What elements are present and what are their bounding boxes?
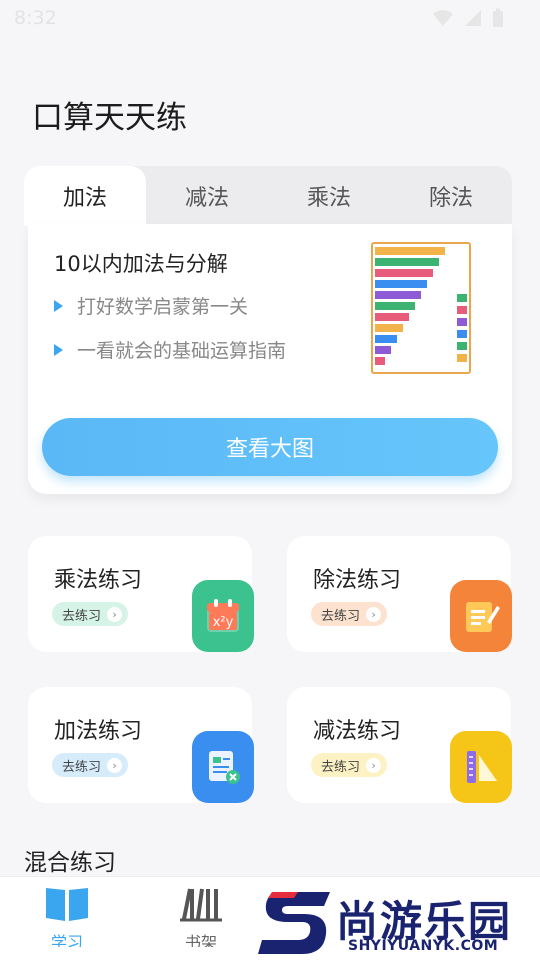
watermark-s-logo <box>258 892 330 954</box>
status-bar: 8:32 <box>0 0 540 36</box>
document-check-icon-graphic <box>209 751 240 784</box>
nav-learn[interactable]: 学习 <box>32 885 102 955</box>
card-title: 减法练习 <box>313 719 402 744</box>
ruler-triangle-icon-graphic <box>467 751 497 783</box>
calendar-xy-icon-graphic: x²y <box>207 599 239 632</box>
book-icon <box>46 888 88 921</box>
calendar-xy-icon: x²y <box>192 580 254 652</box>
battery-icon <box>493 8 503 27</box>
tab-division[interactable]: 除法 <box>390 166 512 226</box>
tab-multiplication[interactable]: 乘法 <box>268 166 390 226</box>
chevron-right-icon: › <box>366 757 382 773</box>
triangle-bullet-icon <box>54 343 63 356</box>
division-practice-card[interactable]: 除法练习 去练习 › <box>287 536 512 652</box>
go-practice-label: 去练习 <box>321 608 361 624</box>
nav-learn-label: 学习 <box>50 933 83 947</box>
nav-bookshelf[interactable]: 书架 <box>166 885 236 955</box>
tab-subtraction[interactable]: 减法 <box>146 166 268 226</box>
view-large-image-button[interactable]: 查看大图 <box>42 418 498 476</box>
wifi-icon <box>433 10 453 26</box>
go-practice-label: 去练习 <box>62 608 102 624</box>
triangle-bullet-icon <box>54 299 63 312</box>
card-title: 加法练习 <box>54 719 143 744</box>
bookshelf-icon <box>180 888 222 922</box>
tab-addition[interactable]: 加法 <box>24 166 146 226</box>
document-check-icon <box>192 731 254 803</box>
go-practice-button[interactable]: 去练习 › <box>311 753 388 777</box>
addition-table-thumbnail[interactable] <box>371 242 471 374</box>
bullet-item: 打好数学启蒙第一关 <box>54 292 248 319</box>
addition-practice-card[interactable]: 加法练习 去练习 › <box>28 687 254 803</box>
tab-strip: 加法 减法 乘法 除法 <box>24 166 512 226</box>
go-practice-label: 去练习 <box>321 759 361 775</box>
subtraction-practice-card[interactable]: 减法练习 去练习 › <box>287 687 512 803</box>
chevron-right-icon: › <box>107 757 123 773</box>
chevron-right-icon: › <box>366 606 382 622</box>
svg-text:x²y: x²y <box>213 615 234 630</box>
bullet-item: 一看就会的基础运算指南 <box>54 336 286 363</box>
watermark-logo: 尚游乐园 SHYIYUANYK.COM <box>258 884 540 960</box>
notepad-pencil-icon-graphic <box>466 602 500 632</box>
bullet-text: 一看就会的基础运算指南 <box>77 340 287 362</box>
page-title: 口算天天练 <box>32 100 187 136</box>
signal-icon <box>465 10 481 26</box>
mixed-practice-heading: 混合练习 <box>24 850 116 876</box>
chevron-right-icon: › <box>107 606 123 622</box>
notepad-pencil-icon <box>450 580 512 652</box>
card-title: 除法练习 <box>313 568 402 593</box>
ruler-triangle-icon <box>450 731 512 803</box>
status-time: 8:32 <box>14 7 57 29</box>
go-practice-button[interactable]: 去练习 › <box>311 602 388 626</box>
tab-panel: 10以内加法与分解 打好数学启蒙第一关 一看就会的基础运算指南 查看大图 <box>28 224 512 494</box>
card-title: 乘法练习 <box>54 568 143 593</box>
addition-table-thumbnail-graphic <box>375 247 467 365</box>
go-practice-button[interactable]: 去练习 › <box>52 753 129 777</box>
status-icons <box>432 8 504 28</box>
multiplication-practice-card[interactable]: 乘法练习 去练习 › x²y <box>28 536 254 652</box>
bullet-text: 打好数学启蒙第一关 <box>77 296 249 318</box>
go-practice-label: 去练习 <box>62 759 102 775</box>
operation-tab-card: 加法 减法 乘法 除法 10以内加法与分解 打好数学启蒙第一关 一看就会的基础运… <box>24 166 512 494</box>
go-practice-button[interactable]: 去练习 › <box>52 602 129 626</box>
panel-title: 10以内加法与分解 <box>54 252 228 276</box>
watermark-text-en: SHYIYUANYK.COM <box>348 938 499 954</box>
nav-bookshelf-label: 书架 <box>184 933 217 947</box>
